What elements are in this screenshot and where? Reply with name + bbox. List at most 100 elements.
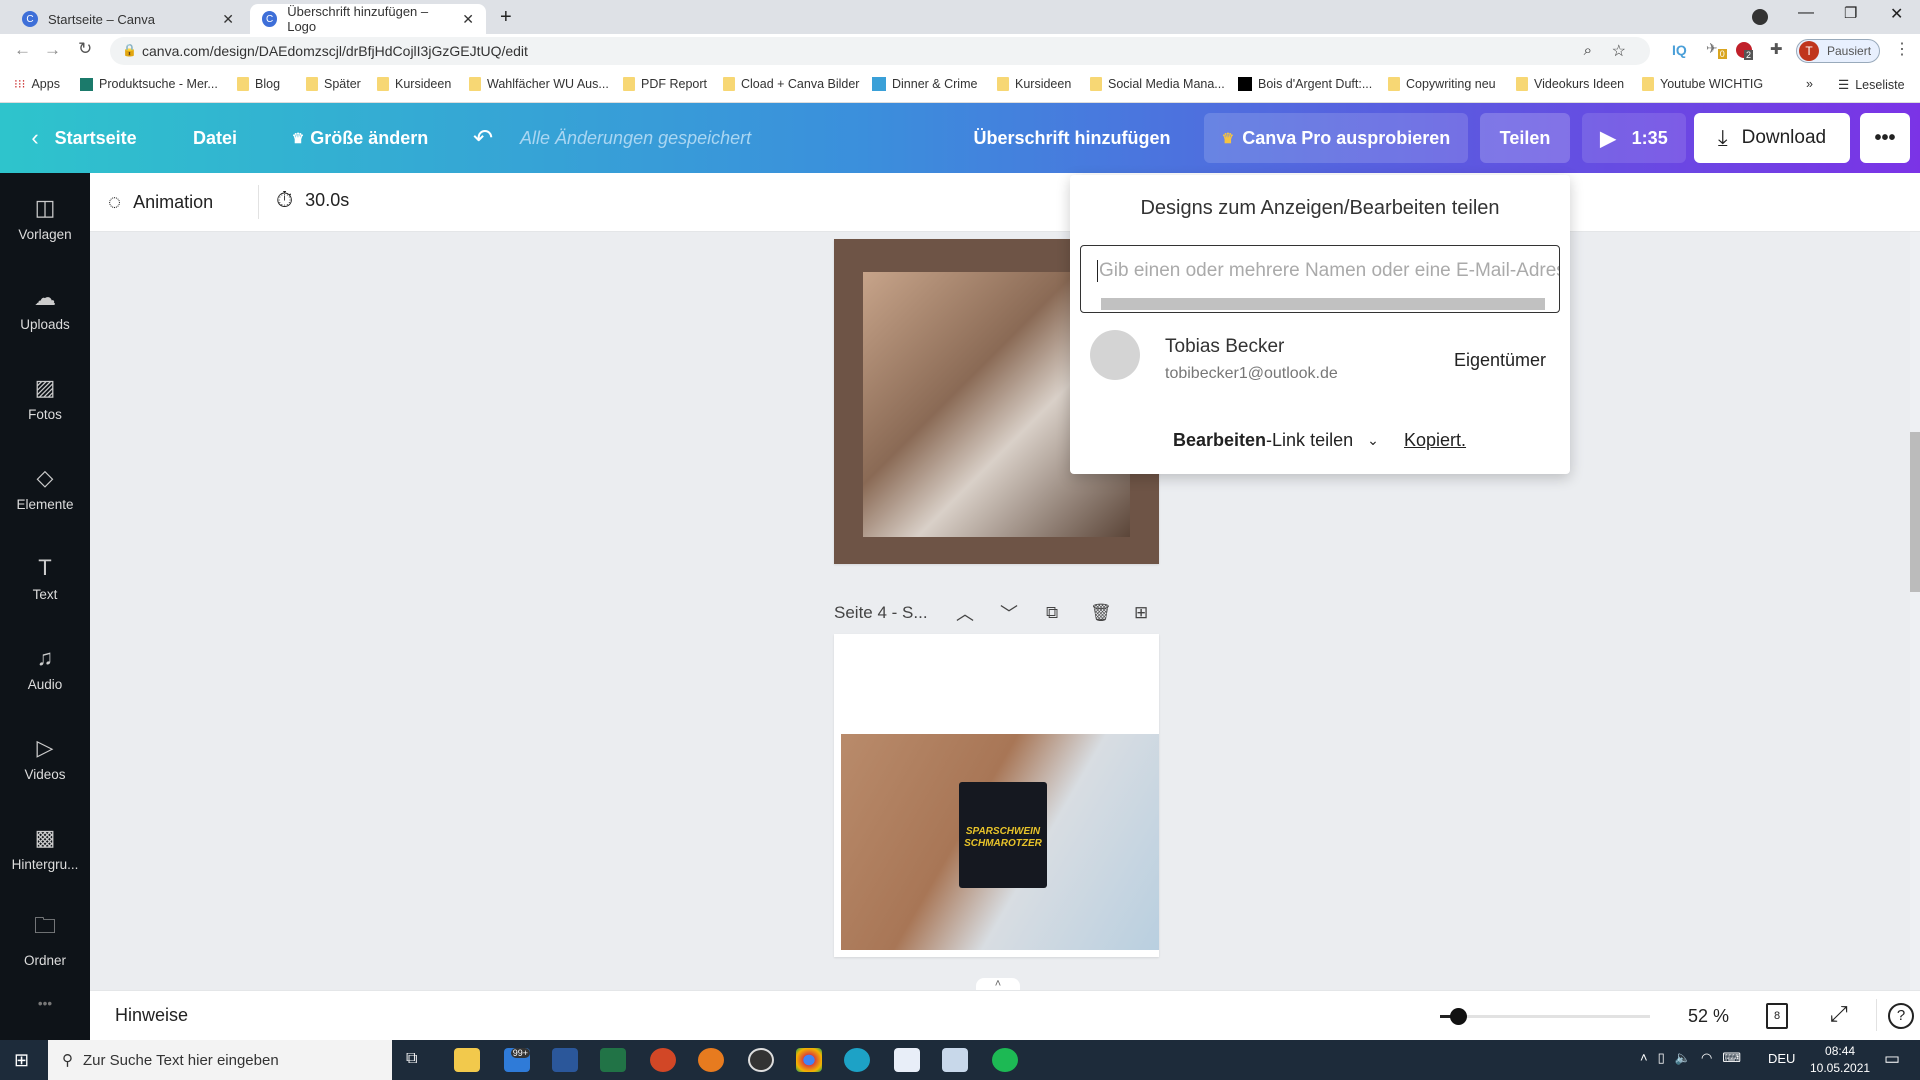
bookmark-item[interactable]: Videokurs Ideen [1516,77,1624,91]
app-icon[interactable] [894,1048,920,1072]
powerpoint-icon[interactable] [650,1048,676,1072]
copied-link[interactable]: Kopiert. [1404,430,1466,451]
notes-button[interactable]: Hinweise [115,1005,188,1026]
chrome-icon[interactable] [796,1048,822,1072]
extensions-puzzle-icon[interactable]: ✚ [1770,40,1783,58]
tab-design[interactable]: C Überschrift hinzufügen – Logo ✕ [250,4,486,34]
app-icon[interactable] [942,1048,968,1072]
sidebar-item-background[interactable]: ▩ Hintergru... [0,803,90,893]
chevron-down-icon[interactable]: ﹀ [1000,600,1018,626]
design-title[interactable]: Überschrift hinzufügen [962,113,1182,163]
bookmark-item[interactable]: Produktsuche - Mer... [80,77,218,91]
resize-button[interactable]: ♛ Größe ändern [280,113,440,163]
bookmark-item[interactable]: Blog [237,77,280,91]
page-label[interactable]: Seite 4 - S... [834,603,928,623]
clock[interactable]: 08:44 10.05.2021 [1810,1043,1870,1077]
browser-menu-icon[interactable]: ⋮ [1894,39,1910,59]
download-button[interactable]: ⤓ Download [1694,113,1850,163]
bookmark-item[interactable]: Cload + Canva Bilder [723,77,859,91]
bookmark-apps[interactable]: ⁝⁝⁝ Apps [14,77,60,91]
editor-toolbar: ◌ Animation ⏱ 30.0s [90,173,1920,232]
present-button[interactable]: ▶ 1:35 [1582,113,1686,163]
canvas-area: Seite 4 - S... ︿ ﹀ ⧉ 🗑 ⊞ SPARSCHWEIN SCHM… [90,232,1920,992]
app-icon[interactable] [698,1048,724,1072]
tab-startseite[interactable]: C Startseite – Canva ✕ [10,4,246,34]
adblock-icon[interactable]: 2 [1736,42,1754,60]
bookmark-item[interactable]: Später [306,77,361,91]
excel-icon[interactable] [600,1048,626,1072]
sidebar-item-templates[interactable]: ◫ Vorlagen [0,173,90,263]
url-field[interactable]: 🔒 canva.com/design/DAEdomzscjl/drBfjHdCoj… [110,37,1650,65]
minimize-icon[interactable]: — [1798,4,1814,22]
file-explorer-icon[interactable] [454,1048,480,1072]
close-tab-icon[interactable]: ✕ [462,11,474,28]
animation-button[interactable]: ◌ Animation [108,189,213,215]
zoom-slider-handle[interactable] [1450,1008,1467,1025]
vertical-scrollbar[interactable] [1910,232,1920,990]
bookmark-item[interactable]: Wahlfächer WU Aus... [469,77,609,91]
chevron-up-icon[interactable]: ︿ [956,600,974,626]
page-4-card[interactable]: SPARSCHWEIN SCHMAROTZER [834,634,1159,957]
sidebar-item-uploads[interactable]: ☁ Uploads [0,263,90,353]
reload-icon[interactable]: ↻ [78,39,92,59]
undo-icon[interactable]: ↶ [466,113,500,163]
duration-button[interactable]: ⏱ 30.0s [276,187,349,213]
horizontal-scrollbar[interactable] [1101,298,1545,310]
system-tray[interactable]: ˄ ▯ 🔈 ◠ ⌨ [1640,1050,1741,1066]
more-options-icon[interactable]: ••• [1860,113,1910,163]
close-window-icon[interactable]: ✕ [1890,4,1903,24]
add-page-icon[interactable]: ⊞ [1134,603,1148,623]
sidebar-item-text[interactable]: T Text [0,533,90,623]
sidebar-more-icon[interactable]: ••• [0,973,90,1033]
bookmark-item[interactable]: Kursideen [377,77,451,91]
help-icon[interactable]: ? [1888,1003,1914,1029]
sidebar-item-videos[interactable]: ▷ Videos [0,713,90,803]
bookmark-star-icon[interactable]: ☆ [1612,41,1626,61]
bookmark-item[interactable]: Social Media Mana... [1090,77,1225,91]
bookmark-item[interactable]: Bois d'Argent Duft:... [1238,77,1372,91]
link-share-dropdown[interactable]: Bearbeiten-Link teilen ⌄ [1173,430,1379,451]
bookmark-item[interactable]: Copywriting neu [1388,77,1496,91]
sidebar-item-audio[interactable]: ♫ Audio [0,623,90,713]
bookmark-item[interactable]: Dinner & Crime [872,77,977,91]
sidebar-item-folders[interactable]: 🗀 Ordner [0,893,90,983]
back-icon[interactable]: ← [14,40,31,60]
notifications-icon[interactable]: ▭ [1884,1049,1900,1069]
try-pro-button[interactable]: ♛ Canva Pro ausprobieren [1204,113,1468,163]
iq-extension-icon[interactable]: IQ [1672,42,1687,58]
zoom-icon[interactable]: ⌕ [1584,42,1592,59]
bookmark-item[interactable]: Kursideen [997,77,1071,91]
close-tab-icon[interactable]: ✕ [222,11,234,28]
tab-search-icon[interactable] [1752,9,1768,25]
more-bookmarks-icon[interactable]: » [1806,77,1813,91]
restore-icon[interactable]: ❐ [1844,4,1857,22]
reading-list[interactable]: ☰ Leseliste [1838,77,1905,93]
task-view-icon[interactable]: ⧉ [406,1050,417,1068]
taskbar-search-input[interactable]: ⚲ Zur Suche Text hier eingeben [48,1040,392,1080]
sidebar-item-photos[interactable]: ▨ Fotos [0,353,90,443]
file-menu-button[interactable]: Datei [180,113,250,163]
home-button[interactable]: ‹ Startseite [24,113,144,163]
share-button[interactable]: Teilen [1480,113,1570,163]
obs-icon[interactable] [748,1048,774,1072]
duplicate-page-icon[interactable]: ⧉ [1046,603,1058,623]
page-count-button[interactable]: 8 [1766,1003,1788,1029]
forward-icon[interactable]: → [44,40,61,60]
profile-button[interactable]: T Pausiert [1796,39,1880,63]
sidebar-item-elements[interactable]: ◇ Elemente [0,443,90,533]
word-icon[interactable] [552,1048,578,1072]
delete-page-icon[interactable]: 🗑 [1090,603,1112,623]
zoom-slider[interactable] [1440,1008,1650,1025]
windows-start-icon[interactable]: ⊞ [14,1050,29,1071]
fullscreen-icon[interactable]: ⤢ [1830,1001,1848,1027]
bookmark-item[interactable]: PDF Report [623,77,707,91]
edge-icon[interactable] [844,1048,870,1072]
spotify-icon[interactable] [992,1048,1018,1072]
input-language[interactable]: DEU [1768,1051,1795,1066]
zoom-level[interactable]: 52 % [1688,1006,1729,1027]
new-tab-icon[interactable]: + [500,6,512,29]
bookmark-item[interactable]: Youtube WICHTIG [1642,77,1763,91]
share-recipient-input[interactable]: Gib einen oder mehrere Namen oder eine E… [1080,245,1560,313]
extension-bird-icon[interactable]: ✈ 0 [1706,40,1727,59]
mail-icon[interactable]: 99+ [504,1048,530,1072]
